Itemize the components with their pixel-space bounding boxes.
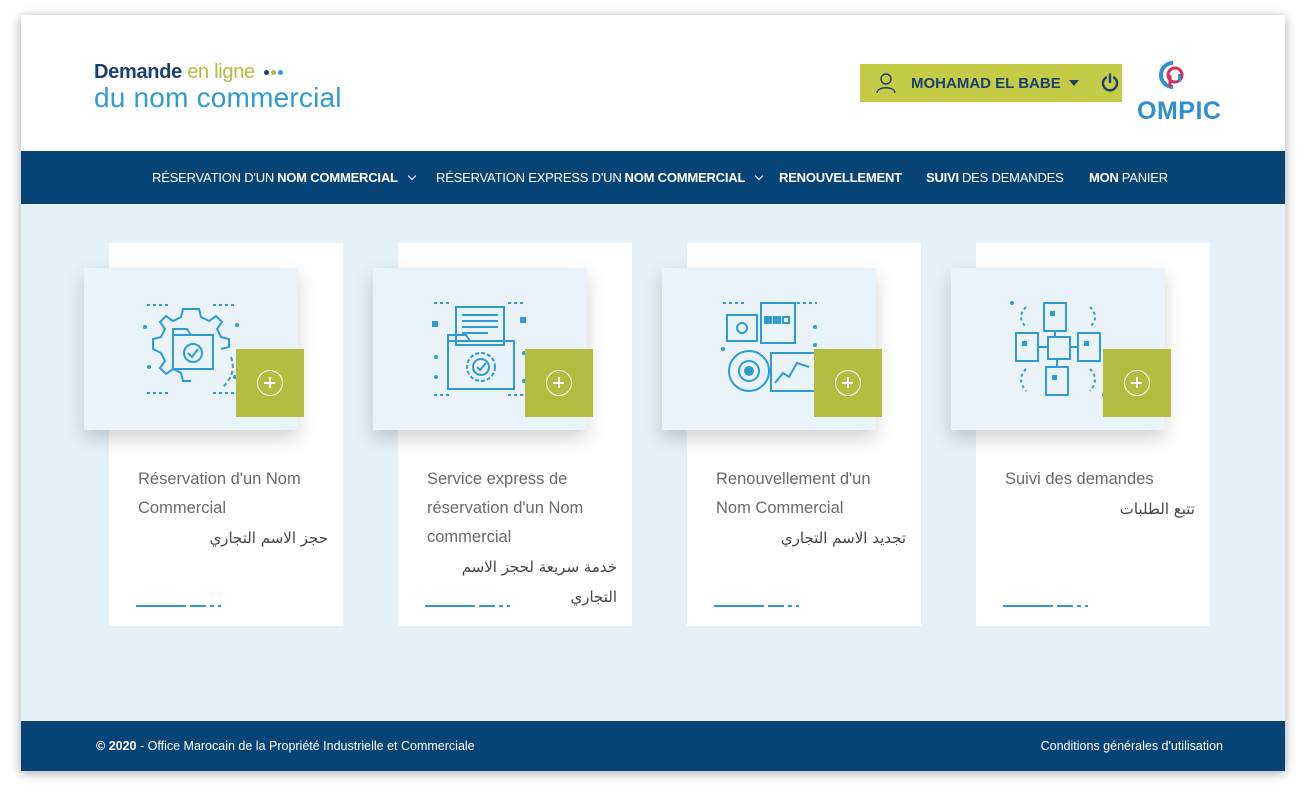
card-illustration — [951, 268, 1171, 430]
main-nav: RÉSERVATION D'UN NOM COMMERCIAL RÉSERVATI… — [21, 151, 1285, 204]
service-card-reservation[interactable]: Réservation d'un Nom Commercial حجز الاس… — [84, 243, 343, 626]
nav-item-renouvellement[interactable]: RENOUVELLEMENT — [776, 151, 905, 204]
service-cards: Réservation d'un Nom Commercial حجز الاس… — [21, 204, 1285, 722]
card-title-arabic: خدمة سريعة لحجز الاسم التجاري — [461, 558, 617, 606]
add-renouvellement-button[interactable] — [814, 349, 882, 417]
add-suivi-button[interactable] — [1103, 349, 1171, 417]
copyright: © 2020 - Office Marocain de la Propriété… — [96, 739, 475, 753]
network-documents-icon — [1010, 301, 1106, 397]
app-frame: Demande en ligne du nom commercial MOHAM… — [21, 15, 1285, 771]
nav-item-label-bold: RENOUVELLEMENT — [779, 170, 902, 185]
user-icon — [873, 70, 899, 96]
nav-item-label: DES DEMANDES — [961, 170, 1064, 185]
card-title: Renouvellement d'un Nom Commercial — [716, 470, 871, 517]
power-icon[interactable] — [1099, 72, 1121, 94]
card-title-arabic: تتبع الطلبات — [1119, 500, 1195, 518]
ompic-logo[interactable]: OMPIC — [1135, 57, 1225, 127]
nav-item-label: RÉSERVATION D'UN — [152, 170, 275, 185]
plus-icon — [835, 370, 861, 396]
ompic-emblem-icon — [1159, 61, 1184, 89]
service-card-express[interactable]: Service express de réservation d'un Nom … — [373, 243, 632, 626]
terms-link[interactable]: Conditions générales d'utilisation — [1041, 739, 1223, 753]
header: Demande en ligne du nom commercial MOHAM… — [21, 15, 1285, 151]
card-text: Service express de réservation d'un Nom … — [427, 465, 617, 612]
logo-dots-icon — [264, 61, 285, 84]
nav-item-label-bold: NOM COMMERCIAL — [277, 170, 398, 185]
card-illustration — [373, 268, 593, 430]
nav-item-reservation-express[interactable]: RÉSERVATION EXPRESS D'UN NOM COMMERCIAL — [436, 151, 764, 204]
nav-item-label-bold: NOM COMMERCIAL — [624, 170, 746, 185]
nav-item-label: PANIER — [1121, 170, 1168, 185]
card-title: Suivi des demandes — [1005, 470, 1154, 488]
chevron-down-icon[interactable] — [1068, 80, 1079, 86]
logo-word-demande: Demande — [94, 61, 182, 83]
ompic-wordmark: OMPIC — [1137, 97, 1222, 125]
nav-item-panier[interactable]: MON PANIER — [1086, 151, 1168, 204]
gear-chart-icon — [721, 302, 817, 392]
user-menu[interactable]: MOHAMAD EL BABE — [860, 64, 1122, 102]
card-title: Réservation d'un Nom Commercial — [138, 470, 301, 517]
nav-item-label-bold: SUIVI — [926, 170, 959, 185]
card-title: Service express de réservation d'un Nom … — [427, 470, 584, 546]
nav-item-label-bold: MON — [1089, 170, 1119, 185]
documents-folder-icon — [432, 302, 526, 396]
user-name[interactable]: MOHAMAD EL BABE — [911, 75, 1061, 92]
nav-item-label: RÉSERVATION EXPRESS D'UN — [436, 170, 622, 185]
copyright-symbol: © — [96, 739, 106, 753]
copyright-org: - Office Marocain de la Propriété Indust… — [140, 739, 475, 753]
folder-gear-icon — [143, 304, 239, 394]
card-text: Suivi des demandes تتبع الطلبات — [1005, 465, 1195, 524]
logo-word-en-ligne: en ligne — [187, 61, 255, 83]
card-title-arabic: حجز الاسم التجاري — [209, 529, 328, 547]
logo-line-1: Demande en ligne — [94, 61, 342, 84]
chevron-down-icon — [407, 171, 417, 180]
plus-icon — [257, 370, 283, 396]
copyright-year: 2020 — [108, 739, 137, 753]
add-express-button[interactable] — [525, 349, 593, 417]
site-logo[interactable]: Demande en ligne du nom commercial — [94, 61, 342, 114]
plus-icon — [1124, 370, 1150, 396]
card-text: Réservation d'un Nom Commercial حجز الاس… — [138, 465, 328, 553]
card-title-arabic: تجديد الاسم التجاري — [780, 529, 906, 547]
service-card-renouvellement[interactable]: Renouvellement d'un Nom Commercial تجديد… — [662, 243, 921, 626]
nav-item-suivi[interactable]: SUIVI DES DEMANDES — [923, 151, 1064, 204]
nav-item-reservation[interactable]: RÉSERVATION D'UN NOM COMMERCIAL — [152, 151, 417, 204]
plus-icon — [546, 370, 572, 396]
footer: © 2020 - Office Marocain de la Propriété… — [21, 721, 1285, 771]
card-text: Renouvellement d'un Nom Commercial تجديد… — [716, 465, 906, 553]
card-illustration — [662, 268, 882, 430]
add-reservation-button[interactable] — [236, 349, 304, 417]
card-illustration — [84, 268, 304, 430]
chevron-down-icon — [754, 171, 764, 180]
logo-line-2: du nom commercial — [94, 82, 342, 113]
service-card-suivi[interactable]: Suivi des demandes تتبع الطلبات — [951, 243, 1210, 626]
